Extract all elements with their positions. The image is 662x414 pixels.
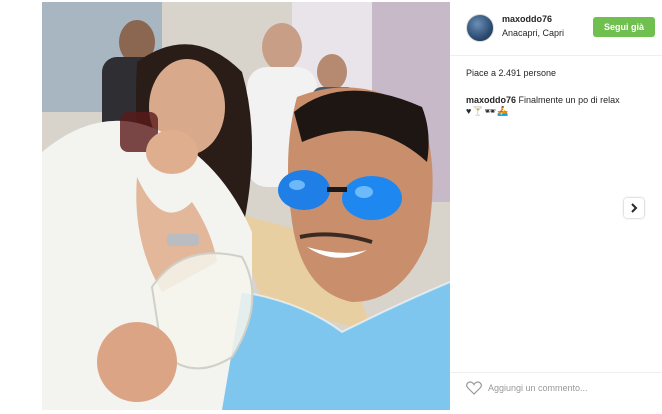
selfie-illustration <box>42 2 450 410</box>
post-photo[interactable] <box>42 2 450 410</box>
username-link[interactable]: maxoddo76 <box>502 14 552 24</box>
caption-text: Finalmente un po di relax <box>518 95 620 105</box>
likes-count[interactable]: Piace a 2.491 persone <box>466 68 556 78</box>
location-link[interactable]: Anacapri, Capri <box>502 28 564 38</box>
comment-input[interactable] <box>488 379 648 397</box>
caption-emoji: ♥🍸🕶🚣 <box>466 106 510 116</box>
heart-icon[interactable] <box>466 381 482 400</box>
chevron-right-icon <box>629 203 639 213</box>
next-post-button[interactable] <box>624 198 644 218</box>
comment-bar <box>450 372 662 402</box>
post-header: maxoddo76 Anacapri, Capri Segui già <box>450 0 662 56</box>
caption-username[interactable]: maxoddo76 <box>466 95 516 105</box>
avatar[interactable] <box>466 14 494 42</box>
instagram-post-modal: maxoddo76 Anacapri, Capri Segui già Piac… <box>0 0 662 414</box>
follow-button[interactable]: Segui già <box>593 17 655 37</box>
